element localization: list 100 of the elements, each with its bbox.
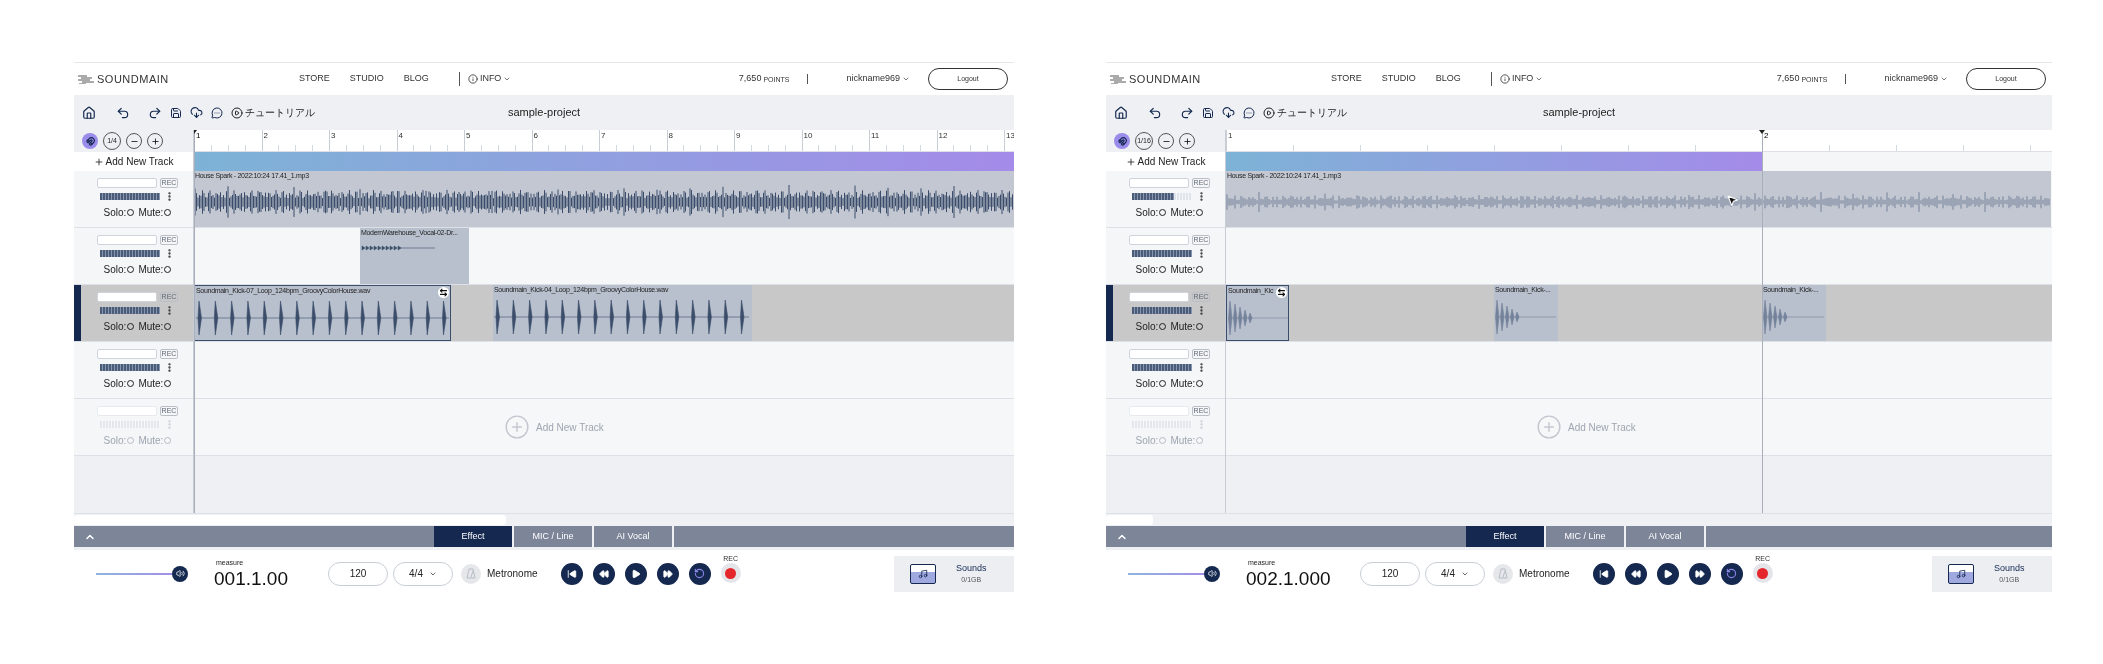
- loop-icon[interactable]: [1726, 568, 1738, 579]
- waveform: [1762, 299, 1826, 335]
- arrows-icon: [1277, 288, 1286, 297]
- nav-link[interactable]: STUDIO: [1371, 72, 1426, 86]
- toggle-label: Mute:: [138, 434, 164, 448]
- measure-number: 4: [398, 131, 403, 140]
- record-button[interactable]: [1752, 563, 1773, 583]
- home-icon[interactable]: [1114, 105, 1128, 120]
- measure-number: 3: [331, 131, 336, 140]
- magnet-button[interactable]: [82, 133, 98, 149]
- selection-stripe: [1106, 285, 1113, 341]
- record-button[interactable]: [720, 563, 741, 583]
- track-name-field[interactable]: [96, 178, 157, 188]
- points-value: 7,650: [1776, 72, 1800, 86]
- nav-link[interactable]: BLOG: [1425, 72, 1471, 86]
- logo-text: SOUNDMAIN: [1129, 71, 1201, 87]
- add-track-button[interactable]: Add New Track: [74, 152, 193, 171]
- magnet-button[interactable]: [1114, 133, 1130, 149]
- save-icon[interactable]: [1202, 106, 1214, 119]
- points-value: 7,650: [738, 72, 762, 86]
- track-name-field[interactable]: [1128, 292, 1189, 302]
- track-name-field[interactable]: [1128, 406, 1189, 416]
- music-folder-icon: [1948, 563, 1974, 584]
- download-icon[interactable]: [190, 106, 203, 119]
- track-name-field[interactable]: [1128, 235, 1189, 245]
- undo-icon[interactable]: [116, 105, 130, 120]
- plus-icon: [1125, 156, 1136, 167]
- toggle-label: Mute:: [138, 377, 164, 391]
- undo-icon[interactable]: [1148, 105, 1162, 120]
- sounds-label: Sounds: [956, 561, 987, 575]
- scrollbar-thumb[interactable]: [74, 515, 507, 525]
- scrollbar-thumb[interactable]: [1106, 515, 1154, 525]
- nav-link[interactable]: STUDIO: [339, 72, 394, 86]
- volume-slider[interactable]: [1128, 565, 1220, 582]
- track-name-field[interactable]: [1128, 178, 1189, 188]
- measure-number: 2: [263, 131, 268, 140]
- toggle-label: Mute:: [138, 263, 164, 277]
- chevron-down-icon: [503, 75, 512, 83]
- tutorial-button[interactable]: チュートリアル: [1263, 105, 1347, 120]
- chevron-down-icon: [1535, 75, 1544, 83]
- track-name-field[interactable]: [96, 349, 157, 359]
- track-name-field[interactable]: [96, 406, 157, 416]
- home-icon[interactable]: [82, 105, 96, 120]
- play-circle-icon: [1263, 106, 1275, 119]
- music-folder-icon: [910, 563, 936, 584]
- skip-back-icon[interactable]: [1598, 568, 1609, 579]
- play-icon[interactable]: [630, 568, 641, 579]
- info-icon: [467, 74, 478, 84]
- chat-icon[interactable]: [1243, 106, 1255, 119]
- toggle-label: Mute:: [138, 320, 164, 334]
- measure-number: 7: [601, 131, 606, 140]
- metronome-button[interactable]: Metronome: [1493, 563, 1570, 584]
- fast-forward-icon[interactable]: [1694, 568, 1705, 579]
- measure-number: 12: [938, 131, 948, 140]
- resize-icon[interactable]: [438, 287, 449, 298]
- plus-icon: [1182, 136, 1192, 146]
- timeline-ruler[interactable]: 1 2: [1226, 130, 2052, 152]
- track-name-field[interactable]: [96, 235, 157, 245]
- panel-tab[interactable]: Effect: [1466, 526, 1546, 547]
- resize-icon[interactable]: [1276, 287, 1287, 298]
- info-menu[interactable]: INFO: [467, 72, 512, 86]
- track-name-field[interactable]: [1128, 349, 1189, 359]
- chat-icon[interactable]: [211, 106, 223, 119]
- measure-number: 1: [1228, 131, 1233, 140]
- rewind-icon[interactable]: [598, 568, 609, 579]
- add-track-button[interactable]: Add New Track: [1106, 152, 1225, 171]
- nav-link[interactable]: BLOG: [393, 72, 439, 86]
- play-icon[interactable]: [1662, 568, 1673, 579]
- track-name-field[interactable]: [96, 292, 157, 302]
- volume-slider[interactable]: [96, 565, 188, 582]
- save-icon[interactable]: [170, 106, 182, 119]
- redo-icon[interactable]: [148, 105, 162, 120]
- panel-tab[interactable]: Effect: [434, 526, 514, 547]
- toggle-label: Solo:: [1135, 320, 1159, 334]
- nav-link[interactable]: STORE: [289, 72, 340, 86]
- chevron-down-icon: [902, 75, 910, 83]
- volume-thumb[interactable]: [1204, 565, 1220, 582]
- nav-link[interactable]: STORE: [1321, 72, 1372, 86]
- logo-text: SOUNDMAIN: [97, 71, 169, 87]
- speaker-icon: [175, 569, 185, 578]
- redo-icon[interactable]: [1180, 105, 1194, 120]
- rewind-icon[interactable]: [1630, 568, 1641, 579]
- measure-number: 9: [736, 131, 741, 140]
- info-menu[interactable]: INFO: [1499, 72, 1544, 86]
- metronome-button[interactable]: Metronome: [461, 563, 538, 584]
- user-menu[interactable]: nickname969: [1884, 72, 1948, 86]
- loop-icon[interactable]: [694, 568, 706, 579]
- download-icon[interactable]: [1222, 106, 1235, 119]
- speaker-icon: [1207, 569, 1217, 578]
- metronome-icon: [1493, 563, 1513, 584]
- toggle-label: Mute:: [1170, 377, 1196, 391]
- toggle-label: Solo:: [1135, 263, 1159, 277]
- skip-back-icon[interactable]: [566, 568, 577, 579]
- timeline-ruler[interactable]: 1 2 3 4 5 6 7 8 9 10 11 12 13: [194, 130, 1014, 152]
- measure-number: 6: [533, 131, 538, 140]
- fast-forward-icon[interactable]: [662, 568, 673, 579]
- user-menu[interactable]: nickname969: [846, 72, 910, 86]
- volume-thumb[interactable]: [172, 565, 188, 582]
- metronome-icon: [461, 563, 481, 584]
- tutorial-button[interactable]: チュートリアル: [231, 105, 315, 120]
